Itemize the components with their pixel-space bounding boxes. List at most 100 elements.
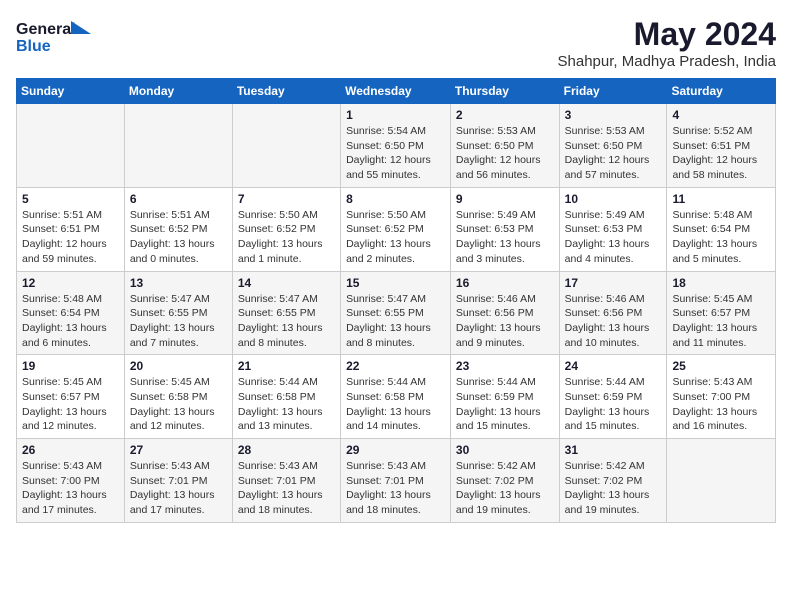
day-cell-27: 27 Sunrise: 5:43 AM Sunset: 7:01 PM Dayli… — [124, 439, 232, 523]
day-number: 30 — [456, 443, 554, 457]
week-row-2: 5 Sunrise: 5:51 AM Sunset: 6:51 PM Daylig… — [17, 187, 776, 271]
day-number: 18 — [672, 276, 770, 290]
day-info: Sunrise: 5:49 AM Sunset: 6:53 PM Dayligh… — [456, 208, 554, 267]
day-info: Sunrise: 5:49 AM Sunset: 6:53 PM Dayligh… — [565, 208, 662, 267]
empty-cell — [17, 104, 125, 188]
day-number: 17 — [565, 276, 662, 290]
day-number: 12 — [22, 276, 119, 290]
day-info: Sunrise: 5:51 AM Sunset: 6:51 PM Dayligh… — [22, 208, 119, 267]
day-number: 6 — [130, 192, 227, 206]
logo: GeneralBlue — [16, 16, 96, 56]
day-info: Sunrise: 5:53 AM Sunset: 6:50 PM Dayligh… — [456, 124, 554, 183]
day-cell-2: 2 Sunrise: 5:53 AM Sunset: 6:50 PM Daylig… — [450, 104, 559, 188]
day-number: 19 — [22, 359, 119, 373]
day-cell-13: 13Sunrise: 5:47 AM Sunset: 6:55 PM Dayli… — [124, 271, 232, 355]
day-info: Sunrise: 5:54 AM Sunset: 6:50 PM Dayligh… — [346, 124, 445, 183]
day-number: 15 — [346, 276, 445, 290]
day-info: Sunrise: 5:50 AM Sunset: 6:52 PM Dayligh… — [346, 208, 445, 267]
day-cell-4: 4Sunrise: 5:52 AM Sunset: 6:51 PM Daylig… — [667, 104, 776, 188]
day-cell-19: 19 Sunrise: 5:45 AM Sunset: 6:57 PM Dayli… — [17, 355, 125, 439]
day-cell-23: 23 Sunrise: 5:44 AM Sunset: 6:59 PM Dayli… — [450, 355, 559, 439]
day-cell-9: 9 Sunrise: 5:49 AM Sunset: 6:53 PM Daylig… — [450, 187, 559, 271]
day-cell-1: 1 Sunrise: 5:54 AM Sunset: 6:50 PM Daylig… — [341, 104, 451, 188]
day-cell-20: 20Sunrise: 5:45 AM Sunset: 6:58 PM Dayli… — [124, 355, 232, 439]
month-year: May 2024 — [558, 16, 776, 53]
day-cell-31: 31 Sunrise: 5:42 AM Sunset: 7:02 PM Dayli… — [559, 439, 667, 523]
day-cell-30: 30 Sunrise: 5:42 AM Sunset: 7:02 PM Dayli… — [450, 439, 559, 523]
day-info: Sunrise: 5:47 AM Sunset: 6:55 PM Dayligh… — [130, 292, 227, 351]
day-info: Sunrise: 5:43 AM Sunset: 7:00 PM Dayligh… — [22, 459, 119, 518]
day-cell-18: 18 Sunrise: 5:45 AM Sunset: 6:57 PM Dayli… — [667, 271, 776, 355]
day-info: Sunrise: 5:53 AM Sunset: 6:50 PM Dayligh… — [565, 124, 662, 183]
day-number: 11 — [672, 192, 770, 206]
day-number: 28 — [238, 443, 335, 457]
day-info: Sunrise: 5:42 AM Sunset: 7:02 PM Dayligh… — [456, 459, 554, 518]
day-cell-22: 22Sunrise: 5:44 AM Sunset: 6:58 PM Dayli… — [341, 355, 451, 439]
day-cell-12: 12 Sunrise: 5:48 AM Sunset: 6:54 PM Dayli… — [17, 271, 125, 355]
weekday-header-wednesday: Wednesday — [341, 79, 451, 104]
day-info: Sunrise: 5:50 AM Sunset: 6:52 PM Dayligh… — [238, 208, 335, 267]
day-number: 29 — [346, 443, 445, 457]
weekday-header-row: SundayMondayTuesdayWednesdayThursdayFrid… — [17, 79, 776, 104]
day-number: 23 — [456, 359, 554, 373]
day-cell-14: 14 Sunrise: 5:47 AM Sunset: 6:55 PM Dayli… — [232, 271, 340, 355]
day-info: Sunrise: 5:52 AM Sunset: 6:51 PM Dayligh… — [672, 124, 770, 183]
day-number: 14 — [238, 276, 335, 290]
day-number: 9 — [456, 192, 554, 206]
week-row-4: 19 Sunrise: 5:45 AM Sunset: 6:57 PM Dayli… — [17, 355, 776, 439]
logo-svg: GeneralBlue — [16, 16, 96, 56]
weekday-header-sunday: Sunday — [17, 79, 125, 104]
day-number: 10 — [565, 192, 662, 206]
day-number: 8 — [346, 192, 445, 206]
day-cell-15: 15 Sunrise: 5:47 AM Sunset: 6:55 PM Dayli… — [341, 271, 451, 355]
day-number: 25 — [672, 359, 770, 373]
day-cell-3: 3Sunrise: 5:53 AM Sunset: 6:50 PM Daylig… — [559, 104, 667, 188]
day-cell-8: 8 Sunrise: 5:50 AM Sunset: 6:52 PM Daylig… — [341, 187, 451, 271]
day-number: 2 — [456, 108, 554, 122]
day-info: Sunrise: 5:45 AM Sunset: 6:57 PM Dayligh… — [22, 375, 119, 434]
week-row-5: 26 Sunrise: 5:43 AM Sunset: 7:00 PM Dayli… — [17, 439, 776, 523]
weekday-header-tuesday: Tuesday — [232, 79, 340, 104]
day-number: 26 — [22, 443, 119, 457]
day-info: Sunrise: 5:43 AM Sunset: 7:01 PM Dayligh… — [346, 459, 445, 518]
day-info: Sunrise: 5:48 AM Sunset: 6:54 PM Dayligh… — [672, 208, 770, 267]
week-row-3: 12 Sunrise: 5:48 AM Sunset: 6:54 PM Dayli… — [17, 271, 776, 355]
day-cell-17: 17 Sunrise: 5:46 AM Sunset: 6:56 PM Dayli… — [559, 271, 667, 355]
day-info: Sunrise: 5:44 AM Sunset: 6:59 PM Dayligh… — [565, 375, 662, 434]
day-cell-28: 28 Sunrise: 5:43 AM Sunset: 7:01 PM Dayli… — [232, 439, 340, 523]
day-info: Sunrise: 5:45 AM Sunset: 6:57 PM Dayligh… — [672, 292, 770, 351]
day-info: Sunrise: 5:43 AM Sunset: 7:01 PM Dayligh… — [238, 459, 335, 518]
day-cell-7: 7Sunrise: 5:50 AM Sunset: 6:52 PM Daylig… — [232, 187, 340, 271]
day-info: Sunrise: 5:48 AM Sunset: 6:54 PM Dayligh… — [22, 292, 119, 351]
svg-text:Blue: Blue — [16, 38, 51, 55]
day-cell-16: 16 Sunrise: 5:46 AM Sunset: 6:56 PM Dayli… — [450, 271, 559, 355]
day-info: Sunrise: 5:46 AM Sunset: 6:56 PM Dayligh… — [565, 292, 662, 351]
day-info: Sunrise: 5:43 AM Sunset: 7:01 PM Dayligh… — [130, 459, 227, 518]
day-info: Sunrise: 5:46 AM Sunset: 6:56 PM Dayligh… — [456, 292, 554, 351]
weekday-header-monday: Monday — [124, 79, 232, 104]
day-number: 31 — [565, 443, 662, 457]
calendar-table: SundayMondayTuesdayWednesdayThursdayFrid… — [16, 78, 776, 523]
day-info: Sunrise: 5:47 AM Sunset: 6:55 PM Dayligh… — [238, 292, 335, 351]
day-number: 20 — [130, 359, 227, 373]
week-row-1: 1 Sunrise: 5:54 AM Sunset: 6:50 PM Daylig… — [17, 104, 776, 188]
day-cell-25: 25 Sunrise: 5:43 AM Sunset: 7:00 PM Dayli… — [667, 355, 776, 439]
title-block: May 2024 Shahpur, Madhya Pradesh, India — [558, 16, 776, 70]
weekday-header-friday: Friday — [559, 79, 667, 104]
day-number: 1 — [346, 108, 445, 122]
location: Shahpur, Madhya Pradesh, India — [558, 53, 776, 70]
day-number: 27 — [130, 443, 227, 457]
day-info: Sunrise: 5:47 AM Sunset: 6:55 PM Dayligh… — [346, 292, 445, 351]
day-cell-21: 21Sunrise: 5:44 AM Sunset: 6:58 PM Dayli… — [232, 355, 340, 439]
weekday-header-thursday: Thursday — [450, 79, 559, 104]
day-info: Sunrise: 5:44 AM Sunset: 6:58 PM Dayligh… — [238, 375, 335, 434]
day-info: Sunrise: 5:43 AM Sunset: 7:00 PM Dayligh… — [672, 375, 770, 434]
day-number: 5 — [22, 192, 119, 206]
day-info: Sunrise: 5:44 AM Sunset: 6:59 PM Dayligh… — [456, 375, 554, 434]
day-cell-6: 6Sunrise: 5:51 AM Sunset: 6:52 PM Daylig… — [124, 187, 232, 271]
empty-cell — [232, 104, 340, 188]
day-info: Sunrise: 5:42 AM Sunset: 7:02 PM Dayligh… — [565, 459, 662, 518]
day-cell-26: 26 Sunrise: 5:43 AM Sunset: 7:00 PM Dayli… — [17, 439, 125, 523]
empty-cell — [124, 104, 232, 188]
day-number: 16 — [456, 276, 554, 290]
